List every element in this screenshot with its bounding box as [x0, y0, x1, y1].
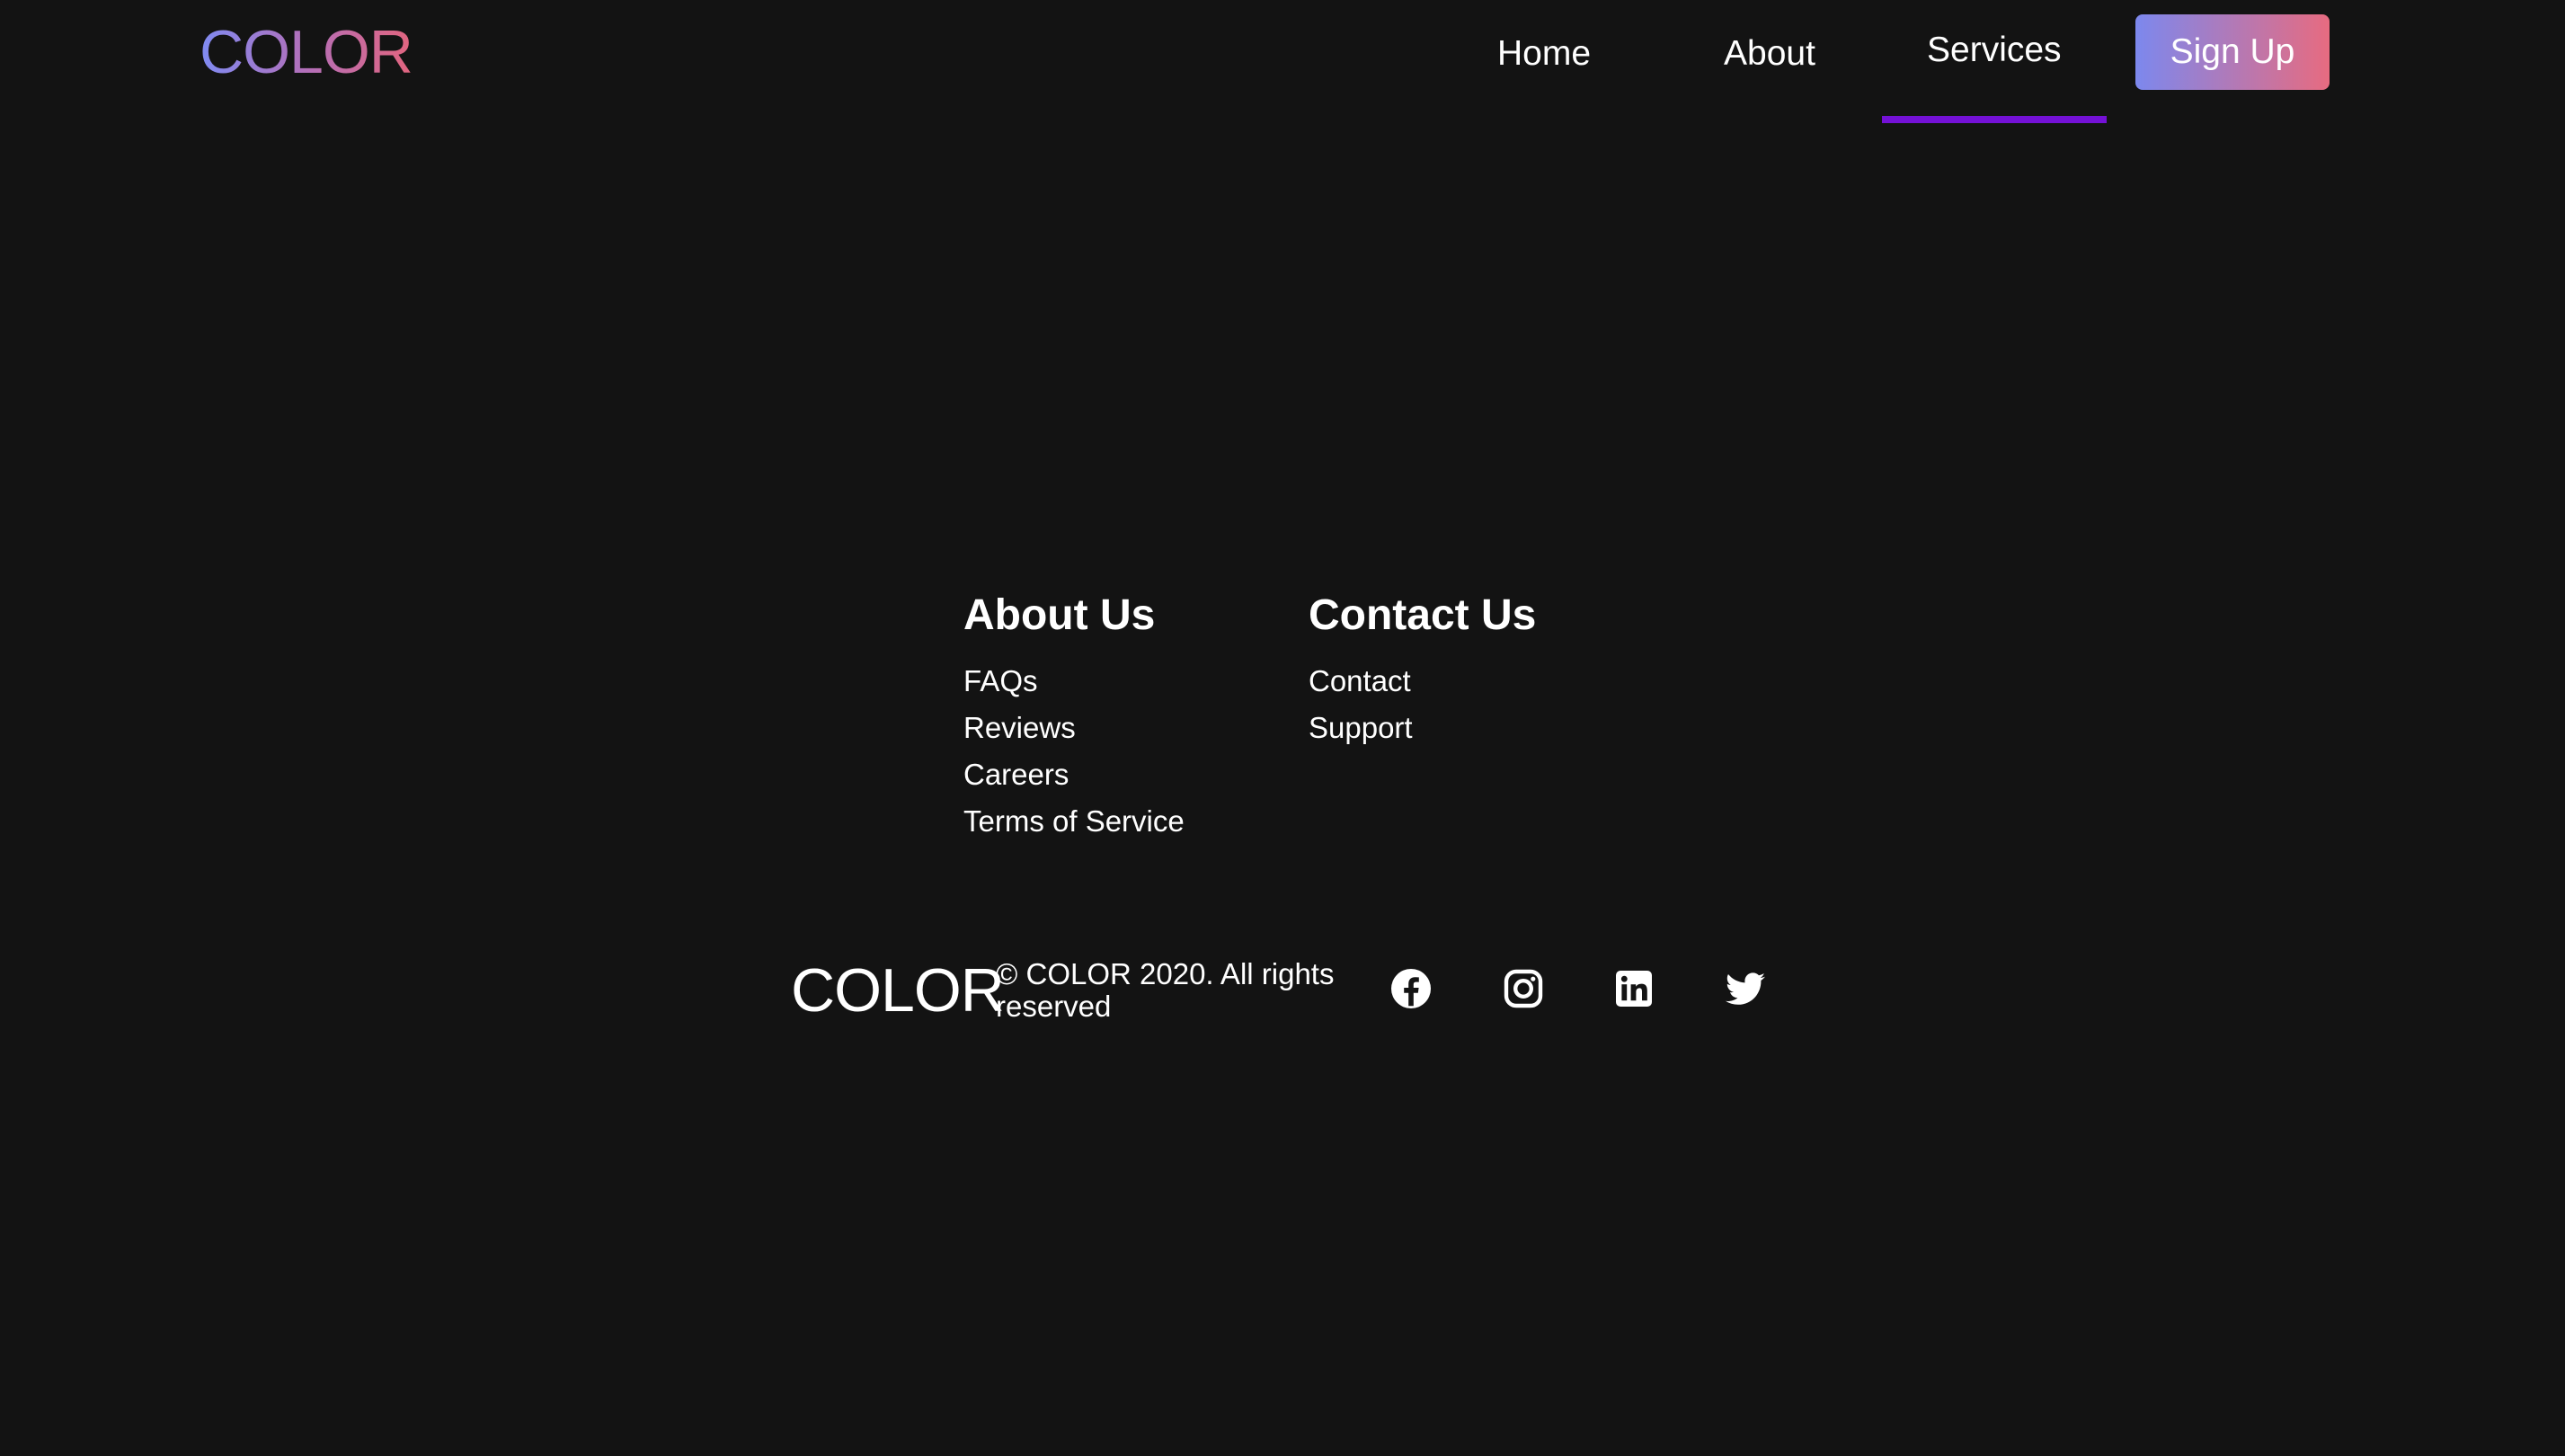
copyright-text: © COLOR 2020. All rights reserved: [996, 957, 1335, 1023]
brand-logo[interactable]: COLOR: [200, 16, 413, 88]
instagram-icon: [1502, 967, 1545, 1010]
footer-logo[interactable]: COLOR: [791, 954, 1005, 1026]
twitter-icon: [1724, 967, 1767, 1010]
top-navbar: COLOR Home About Services Sign Up: [0, 0, 2565, 126]
linkedin-icon: [1612, 967, 1655, 1010]
footer-link-faqs[interactable]: FAQs: [963, 658, 1185, 705]
linkedin-link[interactable]: [1612, 967, 1655, 1010]
footer-link-careers[interactable]: Careers: [963, 751, 1185, 798]
footer-link-reviews[interactable]: Reviews: [963, 705, 1185, 751]
nav-link-services[interactable]: Services: [1927, 23, 2062, 77]
sign-up-button[interactable]: Sign Up: [2135, 14, 2330, 90]
contact-us-heading: Contact Us: [1309, 591, 1537, 639]
facebook-link[interactable]: [1389, 967, 1433, 1010]
active-tab-indicator: [1882, 116, 2107, 123]
footer-contact-column: Contact Us Contact Support: [1309, 586, 1536, 751]
nav-link-about[interactable]: About: [1724, 27, 1815, 81]
about-us-heading: About Us: [963, 591, 1156, 639]
nav-link-home[interactable]: Home: [1497, 27, 1591, 81]
instagram-link[interactable]: [1502, 967, 1545, 1010]
footer-about-column: About Us FAQs Reviews Careers Terms of S…: [963, 586, 1185, 845]
footer-link-terms-of-service[interactable]: Terms of Service: [963, 798, 1185, 845]
twitter-link[interactable]: [1724, 967, 1767, 1010]
facebook-icon: [1389, 967, 1433, 1010]
footer-link-support[interactable]: Support: [1309, 705, 1536, 751]
footer-link-contact[interactable]: Contact: [1309, 658, 1536, 705]
